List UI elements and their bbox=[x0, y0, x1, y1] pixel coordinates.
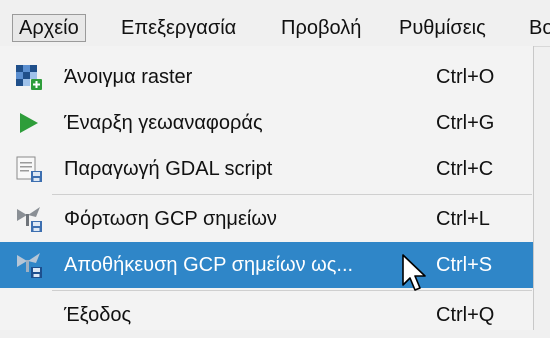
shortcut-label: Ctrl+G bbox=[436, 112, 495, 134]
menu-file[interactable]: Αρχείο bbox=[12, 14, 86, 42]
menu-item-start-georeferencing[interactable]: Έναρξη γεωαναφοράς Ctrl+G bbox=[0, 100, 533, 146]
menu-item-label: Άνοιγμα raster bbox=[64, 66, 193, 88]
menu-item-label: Φόρτωση GCP σημείων bbox=[64, 208, 277, 230]
menu-item-load-gcp[interactable]: Φόρτωση GCP σημείων Ctrl+L bbox=[0, 196, 533, 242]
menu-separator bbox=[52, 290, 532, 291]
menu-item-label: Έξοδος bbox=[64, 304, 132, 326]
menu-item-open-raster[interactable]: Άνοιγμα raster Ctrl+O bbox=[0, 54, 533, 100]
menu-edit[interactable]: Επεξεργασία bbox=[121, 14, 236, 42]
menu-item-label: Έναρξη γεωαναφοράς bbox=[64, 112, 263, 134]
menu-settings[interactable]: Ρυθμίσεις bbox=[399, 14, 486, 42]
menu-item-exit[interactable]: Έξοδος Ctrl+Q bbox=[0, 292, 533, 338]
play-icon bbox=[14, 109, 44, 137]
shortcut-label: Ctrl+L bbox=[436, 208, 490, 230]
shortcut-label: Ctrl+S bbox=[436, 254, 493, 276]
menu-bar: Αρχείο Επεξεργασία Προβολή Ρυθμίσεις Βο bbox=[0, 0, 550, 47]
save-gcp-icon bbox=[14, 251, 44, 279]
menu-view[interactable]: Προβολή bbox=[281, 14, 361, 42]
menu-item-label: Αποθήκευση GCP σημείων ως... bbox=[64, 254, 354, 276]
shortcut-label: Ctrl+Q bbox=[436, 304, 495, 326]
shortcut-label: Ctrl+C bbox=[436, 158, 494, 180]
file-menu-dropdown: Άνοιγμα raster Ctrl+O Έναρξη γεωαναφοράς… bbox=[0, 46, 534, 330]
menu-item-label: Παραγωγή GDAL script bbox=[64, 158, 273, 180]
menu-item-generate-gdal-script[interactable]: Παραγωγή GDAL script Ctrl+C bbox=[0, 146, 533, 192]
open-raster-icon bbox=[14, 63, 44, 91]
menu-more[interactable]: Βο bbox=[529, 14, 550, 42]
script-icon bbox=[14, 155, 44, 183]
menu-item-save-gcp-as[interactable]: Αποθήκευση GCP σημείων ως... Ctrl+S bbox=[0, 242, 533, 288]
mouse-cursor-icon bbox=[401, 253, 431, 297]
load-gcp-icon bbox=[14, 205, 44, 233]
menu-separator bbox=[52, 194, 532, 195]
shortcut-label: Ctrl+O bbox=[436, 66, 495, 88]
